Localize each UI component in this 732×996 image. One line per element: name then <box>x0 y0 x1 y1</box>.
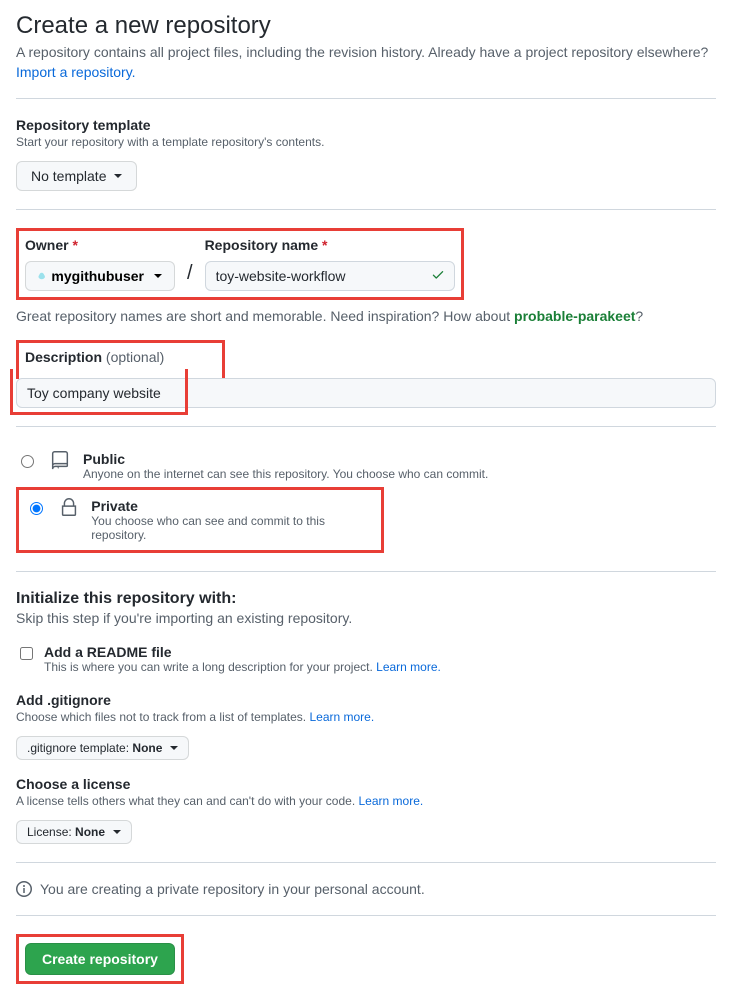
info-icon <box>16 881 32 897</box>
gitignore-select-button[interactable]: .gitignore template: None <box>16 736 189 760</box>
avatar-icon <box>38 268 45 284</box>
lock-icon <box>56 496 81 518</box>
readme-title: Add a README file <box>44 644 441 660</box>
visibility-private-row[interactable]: Private You choose who can see and commi… <box>25 492 375 548</box>
divider <box>16 98 716 99</box>
divider <box>16 571 716 572</box>
repo-icon <box>47 449 73 471</box>
license-learn-more-link[interactable]: Learn more. <box>359 794 424 808</box>
owner-label: Owner * <box>25 237 175 253</box>
owner-select-button[interactable]: mygithubuser <box>25 261 175 291</box>
readme-checkbox[interactable] <box>20 647 33 660</box>
visibility-public-radio[interactable] <box>21 455 34 468</box>
page-title: Create a new repository <box>16 12 716 40</box>
caret-down-icon <box>113 830 121 834</box>
readme-row: Add a README file This is where you can … <box>16 642 716 676</box>
create-repository-button[interactable]: Create repository <box>25 943 175 975</box>
visibility-private-title: Private <box>91 498 375 514</box>
divider <box>16 915 716 916</box>
gitignore-title: Add .gitignore <box>16 692 716 708</box>
license-title: Choose a license <box>16 776 716 792</box>
caret-down-icon <box>170 746 178 750</box>
check-icon <box>431 268 445 285</box>
divider <box>16 209 716 210</box>
visibility-private-radio[interactable] <box>30 502 43 515</box>
readme-learn-more-link[interactable]: Learn more. <box>376 660 441 674</box>
template-select-button[interactable]: No template <box>16 161 137 191</box>
init-heading: Initialize this repository with: <box>16 590 716 608</box>
readme-desc: This is where you can write a long descr… <box>44 660 441 674</box>
template-label: Repository template <box>16 117 716 133</box>
description-input[interactable] <box>16 378 716 408</box>
visibility-public-row[interactable]: Public Anyone on the internet can see th… <box>16 445 716 487</box>
caret-down-icon <box>154 274 162 278</box>
info-banner: You are creating a private repository in… <box>16 881 716 897</box>
license-desc: A license tells others what they can and… <box>16 794 716 808</box>
visibility-public-desc: Anyone on the internet can see this repo… <box>83 467 488 481</box>
license-select-button[interactable]: License: None <box>16 820 132 844</box>
divider <box>16 862 716 863</box>
gitignore-learn-more-link[interactable]: Learn more. <box>309 710 374 724</box>
page-subtitle: A repository contains all project files,… <box>16 44 716 60</box>
divider <box>16 426 716 427</box>
import-repository-link[interactable]: Import a repository. <box>16 64 136 80</box>
repo-name-label: Repository name * <box>205 237 455 253</box>
gitignore-desc: Choose which files not to track from a l… <box>16 710 716 724</box>
name-hint: Great repository names are short and mem… <box>16 308 716 324</box>
repo-name-input[interactable] <box>205 261 455 291</box>
caret-down-icon <box>114 174 122 178</box>
init-skip-hint: Skip this step if you're importing an ex… <box>16 610 716 626</box>
required-asterisk: * <box>72 237 77 253</box>
visibility-private-desc: You choose who can see and commit to thi… <box>91 514 375 542</box>
template-hint: Start your repository with a template re… <box>16 135 716 149</box>
description-label: Description (optional) <box>25 349 164 365</box>
name-suggestion-link[interactable]: probable-parakeet <box>514 308 635 324</box>
visibility-public-title: Public <box>83 451 488 467</box>
slash-separator: / <box>185 262 195 291</box>
required-asterisk: * <box>322 237 327 253</box>
